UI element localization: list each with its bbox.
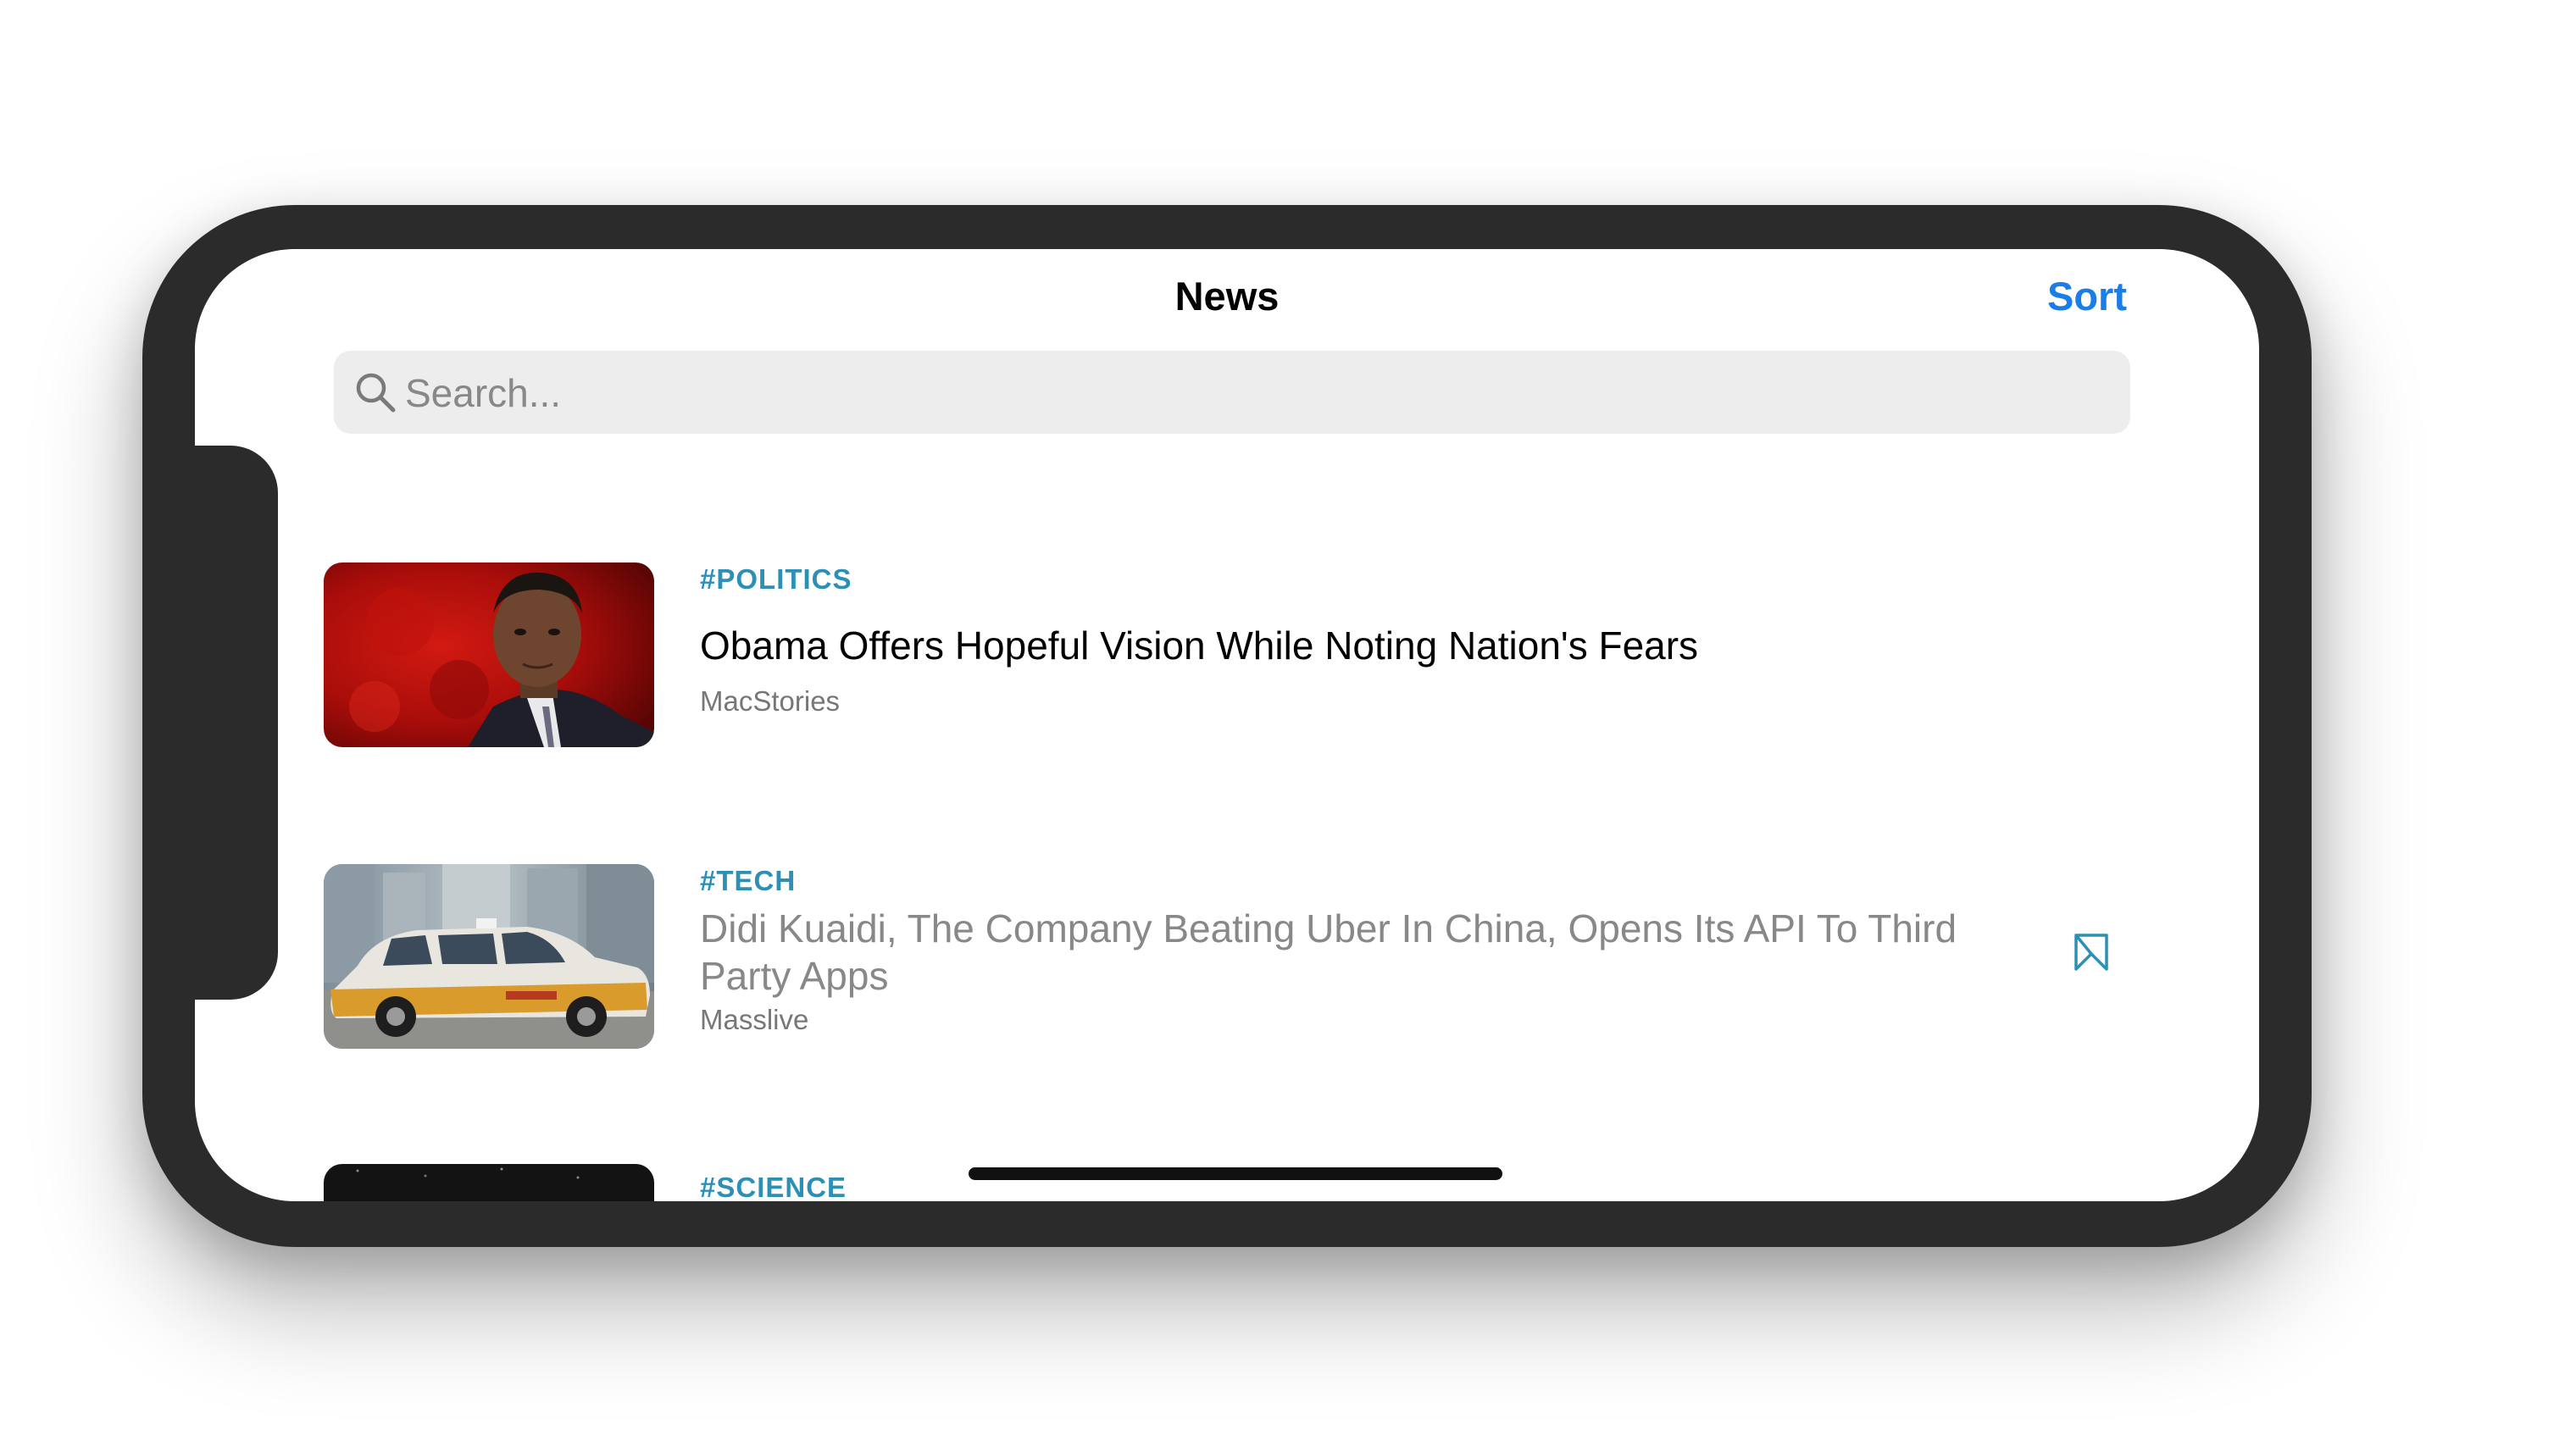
article-tag: #TECH [700, 865, 797, 896]
bookmark-icon[interactable] [2071, 932, 2112, 973]
article-text: #TECH Didi Kuaidi, The Company Beating U… [700, 864, 1996, 1037]
news-list: #POLITICS Obama Offers Hopeful Vision Wh… [195, 249, 2259, 1201]
article-text: #POLITICS Obama Offers Hopeful Vision Wh… [700, 563, 1996, 718]
device-notch [195, 446, 278, 1000]
app-screen: News Sort Search... #POLITICS Obama Offe… [195, 249, 2259, 1201]
article-title: Obama Offers Hopeful Vision While Noting… [700, 623, 1699, 668]
article-thumbnail [324, 1164, 654, 1201]
article-thumbnail [324, 864, 654, 1049]
article-source: Masslive [700, 1004, 809, 1035]
article-title: Didi Kuaidi, The Company Beating Uber In… [700, 906, 1957, 998]
home-indicator[interactable] [969, 1167, 1502, 1180]
phone-frame: News Sort Search... #POLITICS Obama Offe… [142, 205, 2312, 1247]
list-item[interactable]: #TECH Didi Kuaidi, The Company Beating U… [324, 864, 2171, 1049]
article-thumbnail [324, 563, 654, 747]
article-source: MacStories [700, 685, 841, 717]
list-item[interactable]: #POLITICS Obama Offers Hopeful Vision Wh… [324, 563, 2171, 747]
article-tag: #POLITICS [700, 563, 852, 595]
